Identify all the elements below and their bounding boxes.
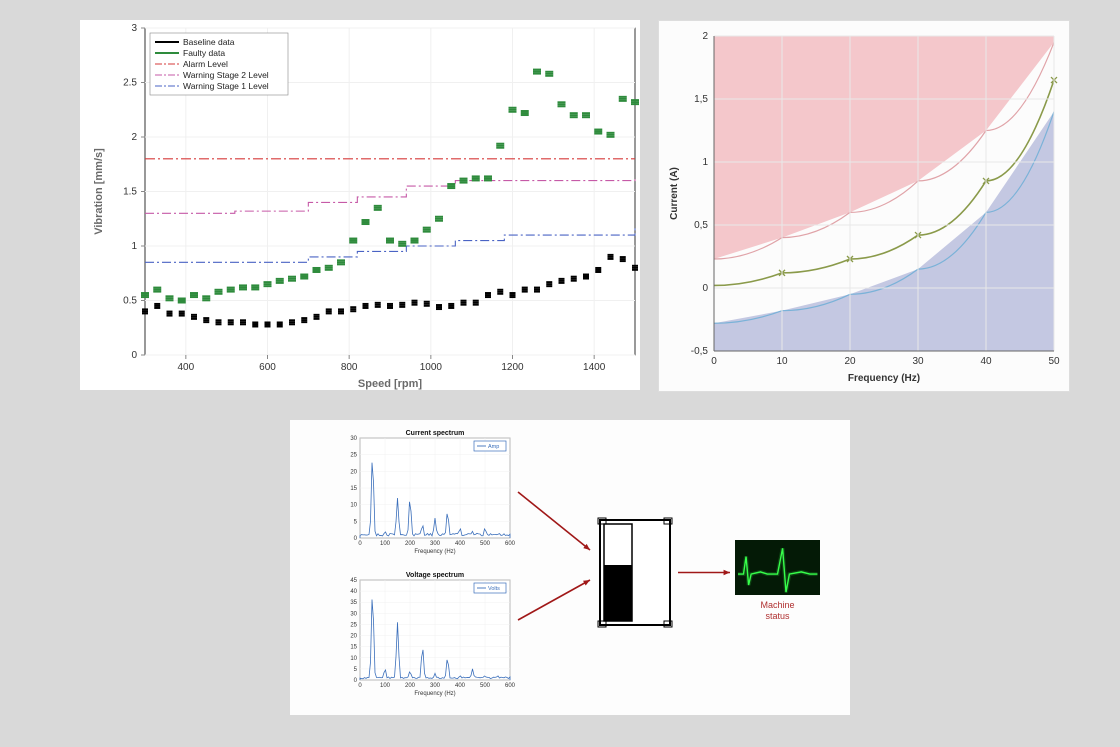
svg-text:600: 600 bbox=[505, 683, 516, 689]
svg-text:Frequency (Hz): Frequency (Hz) bbox=[414, 691, 455, 697]
svg-text:0: 0 bbox=[358, 541, 362, 547]
svg-text:15: 15 bbox=[350, 645, 357, 651]
svg-text:800: 800 bbox=[341, 362, 358, 373]
svg-text:400: 400 bbox=[455, 541, 466, 547]
svg-text:35: 35 bbox=[350, 600, 357, 606]
svg-text:600: 600 bbox=[259, 362, 276, 373]
svg-text:200: 200 bbox=[405, 683, 416, 689]
svg-text:Current (A): Current (A) bbox=[669, 167, 680, 220]
svg-text:0: 0 bbox=[354, 678, 358, 684]
current-band-svg: 01020304050-0,500,511,52Frequency (Hz)Cu… bbox=[659, 21, 1069, 391]
svg-text:0,5: 0,5 bbox=[694, 220, 708, 231]
spectrum-diagram: 0100200300400500600051015202530Current s… bbox=[290, 420, 850, 715]
svg-text:10: 10 bbox=[350, 503, 357, 509]
svg-text:1200: 1200 bbox=[501, 362, 524, 373]
svg-text:600: 600 bbox=[505, 541, 516, 547]
svg-text:15: 15 bbox=[350, 486, 357, 492]
svg-text:20: 20 bbox=[350, 469, 357, 475]
svg-text:5: 5 bbox=[354, 519, 358, 525]
svg-text:25: 25 bbox=[350, 453, 357, 459]
svg-text:-0,5: -0,5 bbox=[691, 346, 709, 357]
svg-text:Speed [rpm]: Speed [rpm] bbox=[358, 378, 423, 390]
svg-text:0.5: 0.5 bbox=[123, 296, 137, 307]
svg-text:Frequency (Hz): Frequency (Hz) bbox=[848, 373, 920, 384]
svg-text:40: 40 bbox=[350, 589, 357, 595]
svg-text:1: 1 bbox=[131, 241, 137, 252]
legend: Baseline dataFaulty dataAlarm LevelWarni… bbox=[150, 33, 288, 95]
svg-text:0: 0 bbox=[358, 683, 362, 689]
svg-text:300: 300 bbox=[430, 541, 441, 547]
svg-text:2.5: 2.5 bbox=[123, 78, 137, 89]
spectrum-diagram-svg: 0100200300400500600051015202530Current s… bbox=[290, 420, 850, 715]
svg-text:Warning Stage 1 Level: Warning Stage 1 Level bbox=[183, 81, 269, 91]
svg-text:status: status bbox=[765, 611, 790, 621]
figure-canvas: { "chart_data": [ { "id": "vibration", "… bbox=[0, 0, 1120, 747]
svg-text:200: 200 bbox=[405, 541, 416, 547]
svg-text:2: 2 bbox=[702, 31, 708, 42]
svg-text:400: 400 bbox=[455, 683, 466, 689]
svg-text:0: 0 bbox=[131, 350, 137, 361]
svg-text:40: 40 bbox=[980, 356, 992, 367]
svg-text:Voltage spectrum: Voltage spectrum bbox=[406, 572, 464, 579]
machine-status-label: Machine bbox=[760, 600, 794, 610]
svg-text:5: 5 bbox=[354, 667, 358, 673]
svg-text:Faulty data: Faulty data bbox=[183, 48, 225, 58]
svg-text:Warning Stage 2 Level: Warning Stage 2 Level bbox=[183, 70, 269, 80]
svg-text:25: 25 bbox=[350, 622, 357, 628]
svg-text:Frequency (Hz): Frequency (Hz) bbox=[414, 549, 455, 555]
svg-text:Vibration [mm/s]: Vibration [mm/s] bbox=[93, 148, 105, 235]
svg-text:1: 1 bbox=[702, 157, 708, 168]
svg-text:0: 0 bbox=[711, 356, 717, 367]
svg-text:30: 30 bbox=[350, 436, 357, 442]
vibration-chart: 0 0.5 1 1.5 2 2.5 3 400 600 800 1000 1200 1400 Speed … bbox=[80, 20, 640, 390]
svg-text:20: 20 bbox=[844, 356, 856, 367]
svg-text:45: 45 bbox=[350, 578, 357, 584]
svg-text:1400: 1400 bbox=[583, 362, 606, 373]
svg-text:500: 500 bbox=[480, 683, 491, 689]
svg-text:Alarm Level: Alarm Level bbox=[183, 59, 228, 69]
svg-text:Current spectrum: Current spectrum bbox=[406, 430, 465, 437]
current-band-chart: 01020304050-0,500,511,52Frequency (Hz)Cu… bbox=[658, 20, 1070, 392]
svg-text:400: 400 bbox=[177, 362, 194, 373]
svg-text:100: 100 bbox=[380, 541, 391, 547]
svg-text:1,5: 1,5 bbox=[694, 94, 708, 105]
svg-text:Volts: Volts bbox=[488, 586, 500, 592]
svg-text:0: 0 bbox=[702, 283, 708, 294]
svg-text:20: 20 bbox=[350, 634, 357, 640]
vibration-chart-svg: 0 0.5 1 1.5 2 2.5 3 400 600 800 1000 1200 1400 Speed … bbox=[80, 20, 640, 390]
svg-text:10: 10 bbox=[350, 656, 357, 662]
svg-text:30: 30 bbox=[350, 611, 357, 617]
svg-text:0: 0 bbox=[354, 536, 358, 542]
svg-text:10: 10 bbox=[776, 356, 788, 367]
svg-text:300: 300 bbox=[430, 683, 441, 689]
svg-text:2: 2 bbox=[131, 132, 137, 143]
svg-text:1000: 1000 bbox=[420, 362, 443, 373]
svg-text:3: 3 bbox=[131, 23, 137, 34]
svg-text:1.5: 1.5 bbox=[123, 187, 137, 198]
svg-text:100: 100 bbox=[380, 683, 391, 689]
svg-text:50: 50 bbox=[1048, 356, 1060, 367]
svg-text:Baseline data: Baseline data bbox=[183, 37, 235, 47]
svg-text:30: 30 bbox=[912, 356, 924, 367]
svg-text:500: 500 bbox=[480, 541, 491, 547]
svg-text:Amp: Amp bbox=[488, 444, 499, 450]
